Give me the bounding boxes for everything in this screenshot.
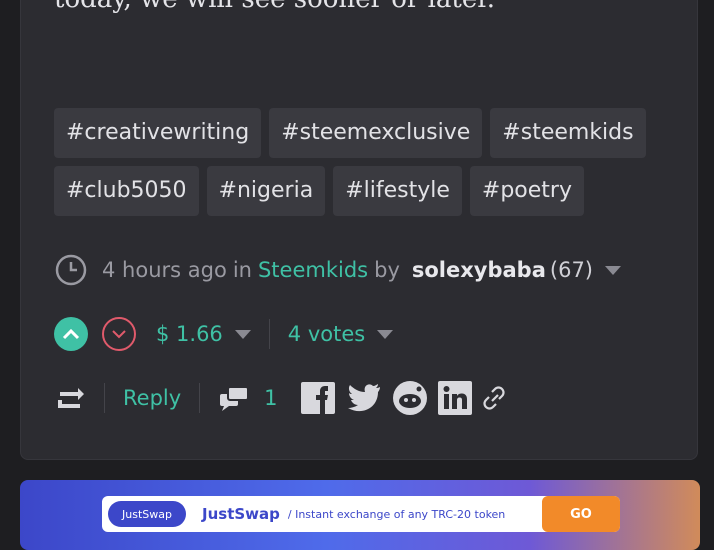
- comment-count[interactable]: 1: [264, 386, 277, 410]
- voting-row: $ 1.66 4 votes: [54, 314, 394, 354]
- facebook-icon[interactable]: [300, 381, 336, 415]
- tag-nigeria[interactable]: #nigeria: [206, 166, 326, 216]
- downvote-button[interactable]: [102, 317, 136, 351]
- ad-brand-name: JustSwap: [202, 505, 280, 523]
- permalink-icon[interactable]: [482, 385, 506, 411]
- tag-steemkids[interactable]: #steemkids: [490, 108, 646, 158]
- tag-steemexclusive[interactable]: #steemexclusive: [269, 108, 483, 158]
- votes-chevron-down-icon[interactable]: [377, 329, 394, 339]
- divider: [268, 319, 270, 349]
- reddit-icon[interactable]: [392, 380, 428, 416]
- votes-count[interactable]: 4 votes: [288, 322, 365, 346]
- author-menu-chevron-down-icon[interactable]: [605, 265, 621, 275]
- post-meta: 4 hours ago in Steemkids by solexybaba (…: [54, 250, 621, 290]
- in-label: in: [232, 258, 252, 282]
- chevron-down-icon: [112, 330, 126, 339]
- upvote-button[interactable]: [54, 317, 88, 351]
- payout-value[interactable]: $ 1.66: [156, 322, 223, 346]
- post-time: 4 hours ago: [102, 258, 227, 282]
- ad-banner[interactable]: JustSwap JustSwap / Instant exchange of …: [20, 480, 700, 550]
- author-link[interactable]: solexybaba: [412, 258, 546, 282]
- chevron-up-icon: [62, 328, 80, 340]
- post-actions: Reply 1: [54, 376, 516, 420]
- tag-poetry[interactable]: #poetry: [469, 166, 584, 216]
- tag-creativewriting[interactable]: #creativewriting: [54, 108, 262, 158]
- justswap-logo: JustSwap: [108, 501, 186, 527]
- comments-icon[interactable]: [218, 384, 250, 412]
- ad-banner-panel: JustSwap JustSwap / Instant exchange of …: [102, 496, 620, 532]
- ad-tagline: / Instant exchange of any TRC-20 token: [287, 507, 506, 521]
- share-buttons: [294, 380, 516, 416]
- ad-go-button[interactable]: GO: [542, 496, 620, 532]
- post-body-text: today, we will see sooner or later.: [54, 0, 495, 14]
- tag-lifestyle[interactable]: #lifestyle: [333, 166, 462, 216]
- resteem-icon[interactable]: [54, 384, 86, 412]
- payout-chevron-down-icon[interactable]: [234, 329, 251, 339]
- tag-club5050[interactable]: #club5050: [54, 166, 199, 216]
- reply-link[interactable]: Reply: [123, 386, 181, 410]
- tag-list: #creativewriting #steemexclusive #steemkid…: [54, 108, 674, 224]
- by-label: by: [374, 258, 400, 282]
- divider: [104, 383, 105, 413]
- twitter-icon[interactable]: [346, 383, 382, 413]
- divider: [199, 383, 201, 413]
- community-link[interactable]: Steemkids: [258, 258, 368, 282]
- author-reputation: (67): [549, 258, 593, 282]
- clock-icon: [54, 253, 88, 287]
- linkedin-icon[interactable]: [437, 381, 472, 415]
